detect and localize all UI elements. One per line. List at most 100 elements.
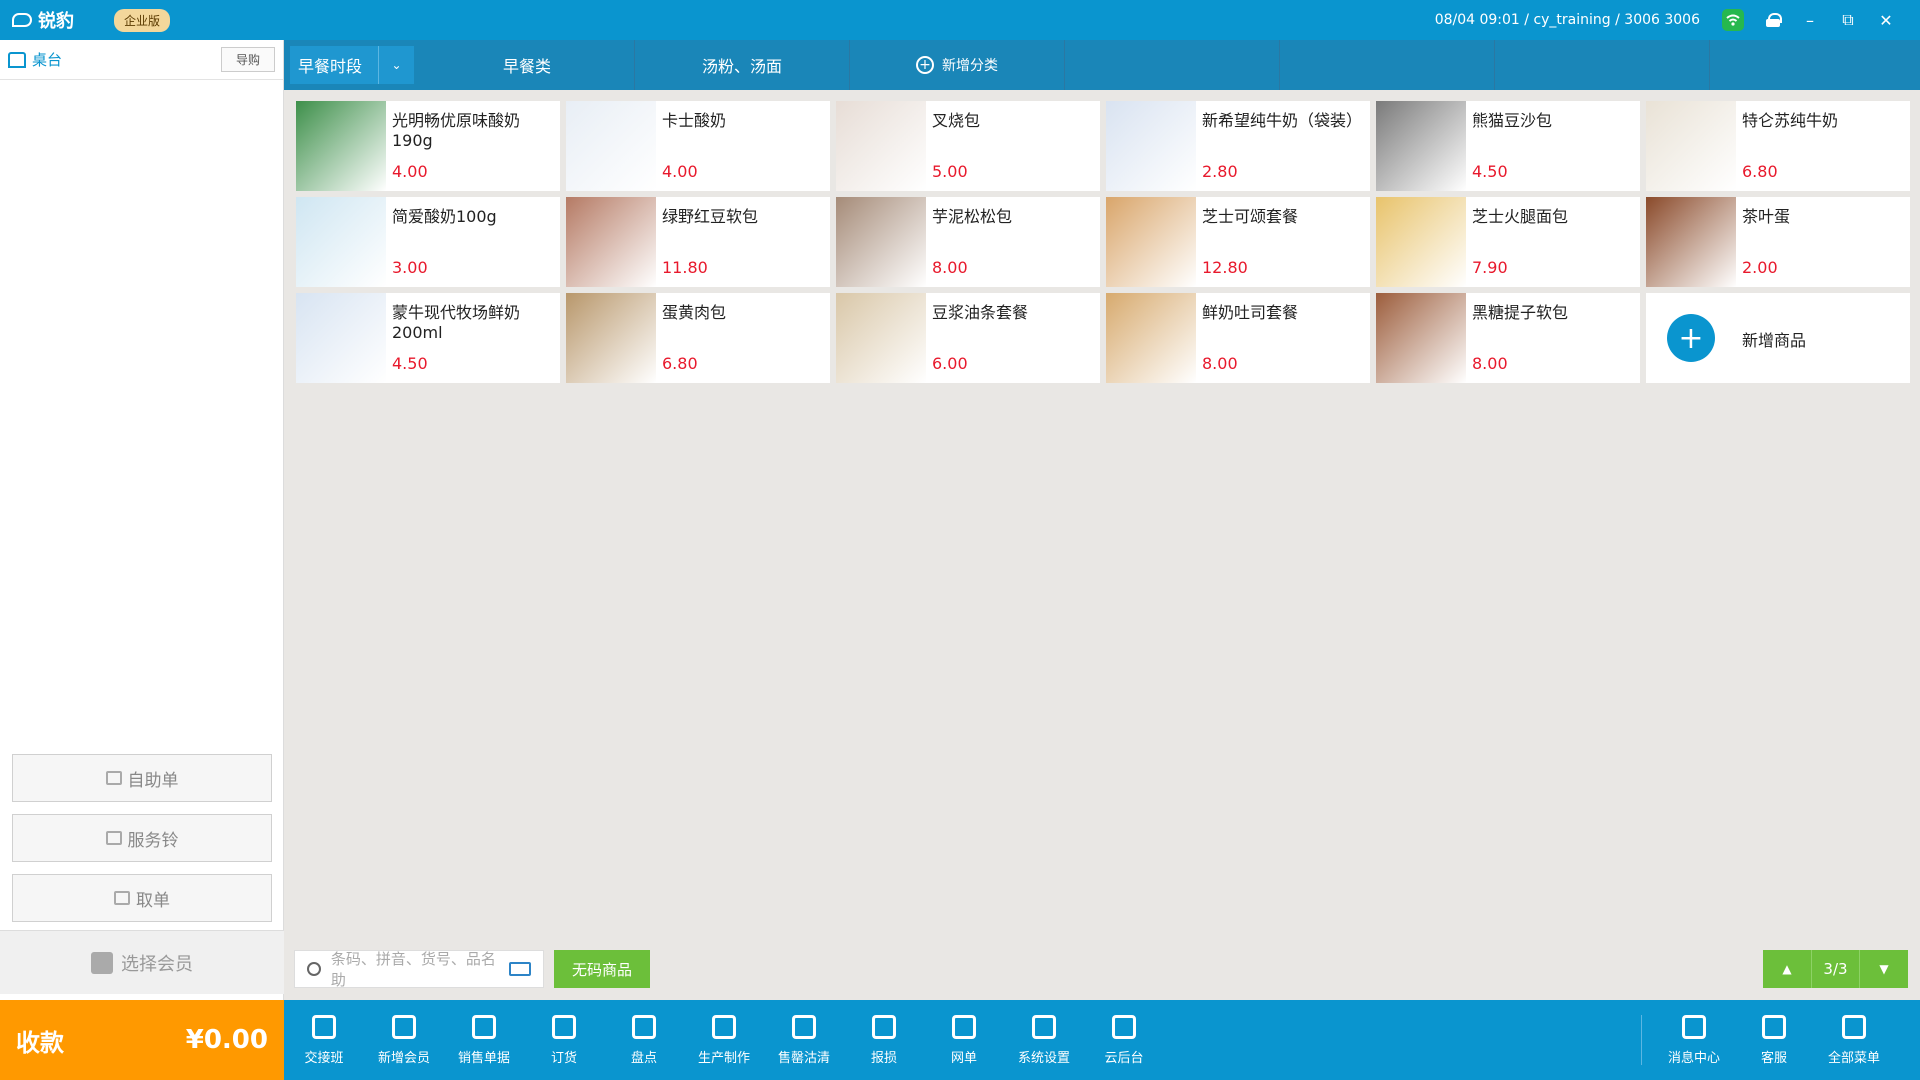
product-card[interactable]: 熊猫豆沙包 4.50	[1376, 101, 1640, 191]
toolbar-right-item[interactable]: 全部菜单	[1814, 1014, 1894, 1066]
product-card[interactable]: 豆浆油条套餐 6.00	[836, 293, 1100, 383]
clipboard-icon	[114, 891, 130, 905]
select-member-label: 选择会员	[121, 953, 193, 975]
close-button[interactable]: ✕	[1878, 11, 1894, 30]
page-up-button[interactable]: ▲	[1763, 950, 1811, 988]
toolbar-label: 全部菜单	[1827, 1050, 1880, 1066]
product-card[interactable]: 茶叶蛋 2.00	[1646, 197, 1910, 287]
retrieve-order-button[interactable]: 取单	[12, 874, 272, 922]
order-panel: 桌台 导购 自助单 服务铃 取单 选择会员	[0, 40, 284, 1000]
add-product-card[interactable]: + 新增商品	[1646, 293, 1910, 383]
toolbar-label: 客服	[1760, 1050, 1787, 1066]
restore-button[interactable]: ⧉	[1840, 10, 1856, 30]
product-name: 芝士火腿面包	[1472, 207, 1569, 226]
keyboard-icon[interactable]	[509, 962, 531, 976]
no-barcode-button[interactable]: 无码商品	[554, 950, 650, 988]
category-bar: 早餐时段 ⌄ 早餐类 汤粉、汤面 + 新增分类	[284, 40, 1920, 90]
tab-breakfast[interactable]: 早餐类	[420, 40, 635, 90]
product-price: 12.80	[1202, 258, 1248, 277]
toolbar-label: 售罄沽清	[777, 1050, 830, 1066]
product-card[interactable]: 芝士火腿面包 7.90	[1376, 197, 1640, 287]
table-icon	[8, 51, 26, 68]
product-image	[296, 197, 386, 287]
product-price: 8.00	[1472, 354, 1508, 373]
toolbar-item[interactable]: 系统设置	[1004, 1014, 1084, 1066]
chevron-down-icon[interactable]: ⌄	[378, 46, 414, 84]
product-name: 茶叶蛋	[1742, 207, 1791, 226]
self-order-label: 自助单	[127, 770, 179, 791]
product-card[interactable]: 卡士酸奶 4.00	[566, 101, 830, 191]
self-order-button[interactable]: 自助单	[12, 754, 272, 802]
toolbar-item[interactable]: 售罄沽清	[764, 1014, 844, 1066]
tab-noodles[interactable]: 汤粉、汤面	[635, 40, 850, 90]
guide-button[interactable]: 导购	[220, 47, 275, 72]
product-card[interactable]: 绿野红豆软包 11.80	[566, 197, 830, 287]
product-image	[566, 293, 656, 383]
product-price: 7.90	[1472, 258, 1508, 277]
toolbar-item[interactable]: 销售单据	[444, 1014, 524, 1066]
toolbar-icon	[712, 1014, 736, 1039]
lock-icon[interactable]	[1766, 13, 1782, 27]
table-title[interactable]: 桌台	[32, 49, 62, 70]
pay-amount: ¥0.00	[185, 1025, 268, 1055]
add-category-label: 新增分类	[942, 58, 998, 74]
empty-tab	[1495, 40, 1710, 90]
toolbar-item[interactable]: 云后台	[1084, 1014, 1164, 1066]
product-card[interactable]: 黑糖提子软包 8.00	[1376, 293, 1640, 383]
toolbar-right: 消息中心 客服 全部菜单	[1641, 1014, 1894, 1066]
bottom-toolbar: 交接班 新增会员 销售单据 订货 盘点 生产制作 售罄沽清 报损 网单 系统设置 云后台 消息中心 客服…	[284, 1000, 1920, 1080]
toolbar-label: 盘点	[630, 1050, 657, 1066]
product-image	[836, 197, 926, 287]
toolbar-label: 云后台	[1104, 1050, 1144, 1066]
minimize-button[interactable]: –	[1802, 11, 1818, 30]
toolbar-item[interactable]: 订货	[524, 1014, 604, 1066]
product-name: 特仑苏纯牛奶	[1742, 111, 1839, 130]
product-name: 卡士酸奶	[662, 111, 727, 130]
toolbar-icon	[1762, 1014, 1786, 1039]
toolbar-right-item[interactable]: 客服	[1734, 1014, 1814, 1066]
edition-badge: 企业版	[114, 8, 171, 32]
product-card[interactable]: 蛋黄肉包 6.80	[566, 293, 830, 383]
toolbar-item[interactable]: 网单	[924, 1014, 1004, 1066]
period-selector[interactable]: 早餐时段	[290, 46, 378, 84]
product-name: 芝士可颂套餐	[1202, 207, 1299, 226]
product-card[interactable]: 叉烧包 5.00	[836, 101, 1100, 191]
download-icon	[105, 771, 122, 785]
product-name: 蒙牛现代牧场鲜奶200ml	[392, 303, 521, 342]
toolbar-icon	[632, 1014, 656, 1039]
toolbar-right-item[interactable]: 消息中心	[1654, 1014, 1734, 1066]
wifi-icon	[1722, 9, 1744, 31]
toolbar-label: 销售单据	[457, 1050, 510, 1066]
product-image	[836, 293, 926, 383]
toolbar-item[interactable]: 报损	[844, 1014, 924, 1066]
product-name: 熊猫豆沙包	[1472, 111, 1553, 130]
product-grid: 光明畅优原味酸奶190g 4.00 卡士酸奶 4.00 叉烧包 5.00 新希望纯牛奶（袋装…	[296, 101, 1912, 383]
product-card[interactable]: 鲜奶吐司套餐 8.00	[1106, 293, 1370, 383]
toolbar-label: 网单	[950, 1050, 977, 1066]
add-category-button[interactable]: + 新增分类	[850, 40, 1065, 90]
toolbar-item[interactable]: 新增会员	[364, 1014, 444, 1066]
product-name: 豆浆油条套餐	[932, 303, 1029, 322]
toolbar-item[interactable]: 盘点	[604, 1014, 684, 1066]
pay-button[interactable]: 收款 ¥0.00	[0, 1000, 284, 1080]
product-card[interactable]: 特仑苏纯牛奶 6.80	[1646, 101, 1910, 191]
toolbar-item[interactable]: 交接班	[284, 1014, 364, 1066]
product-card[interactable]: 芝士可颂套餐 12.80	[1106, 197, 1370, 287]
product-card[interactable]: 光明畅优原味酸奶190g 4.00	[296, 101, 560, 191]
service-bell-button[interactable]: 服务铃	[12, 814, 272, 862]
toolbar-item[interactable]: 生产制作	[684, 1014, 764, 1066]
product-name: 绿野红豆软包	[662, 207, 759, 226]
product-card[interactable]: 芋泥松松包 8.00	[836, 197, 1100, 287]
page-indicator: 3/3	[1811, 950, 1860, 988]
page-down-button[interactable]: ▼	[1860, 950, 1908, 988]
logo-text: 锐豹	[38, 11, 74, 32]
product-card[interactable]: 新希望纯牛奶（袋装） 2.80	[1106, 101, 1370, 191]
product-price: 4.00	[392, 162, 428, 181]
product-card[interactable]: 蒙牛现代牧场鲜奶200ml 4.50	[296, 293, 560, 383]
product-image	[1376, 101, 1466, 191]
product-card[interactable]: 简爱酸奶100g 3.00	[296, 197, 560, 287]
select-member-button[interactable]: 选择会员	[0, 930, 284, 994]
product-price: 8.00	[932, 258, 968, 277]
search-input[interactable]: 条码、拼音、货号、品名助	[294, 950, 544, 989]
pager: ▲ 3/3 ▼	[1763, 950, 1908, 988]
